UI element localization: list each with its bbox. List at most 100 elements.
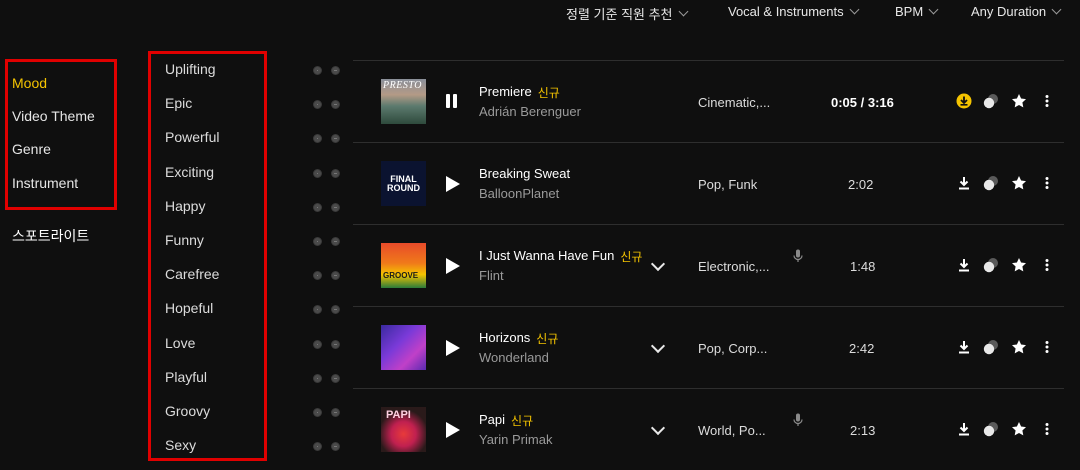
track-artist[interactable]: BalloonPlanet — [479, 186, 559, 201]
exclude-toggle[interactable] — [331, 408, 340, 417]
expand-chevron-icon[interactable] — [650, 420, 666, 436]
include-toggle[interactable] — [313, 134, 322, 143]
more-options-icon[interactable] — [1039, 339, 1055, 355]
mood-item[interactable]: Exciting — [165, 164, 214, 180]
include-toggle[interactable] — [313, 374, 322, 383]
exclude-toggle[interactable] — [331, 340, 340, 349]
mood-item[interactable]: Playful — [165, 369, 207, 385]
track-row[interactable]: PAPI Papi 신규 Yarin Primak World, Po... 2:… — [353, 388, 1064, 470]
spotlight-heading[interactable]: 스포트라이트 — [12, 226, 89, 246]
add-to-playlist-icon[interactable] — [983, 257, 999, 273]
exclude-toggle[interactable] — [331, 134, 340, 143]
mood-item[interactable]: Powerful — [165, 129, 219, 145]
exclude-toggle[interactable] — [331, 237, 340, 246]
mood-item[interactable]: Uplifting — [165, 61, 216, 77]
include-toggle[interactable] — [313, 408, 322, 417]
exclude-toggle[interactable] — [331, 169, 340, 178]
track-title[interactable]: Papi 신규 — [479, 412, 533, 429]
favorite-star-icon[interactable] — [1011, 175, 1027, 191]
track-genre[interactable]: World, Po... — [698, 423, 766, 438]
album-cover[interactable]: PRESTO — [381, 79, 426, 124]
track-row[interactable]: PRESTO Premiere 신규 Adrián Berenguer Cinem… — [353, 60, 1064, 142]
more-options-icon[interactable] — [1039, 421, 1055, 437]
mood-item[interactable]: Groovy — [165, 403, 210, 419]
track-artist[interactable]: Flint — [479, 268, 504, 283]
expand-chevron-icon[interactable] — [650, 338, 666, 354]
mood-item[interactable]: Love — [165, 335, 195, 351]
include-toggle[interactable] — [313, 442, 322, 451]
track-genre[interactable]: Cinematic,... — [698, 95, 770, 110]
mood-filter-toggles — [313, 237, 340, 246]
mood-item[interactable]: Funny — [165, 232, 204, 248]
vocal-filter-dropdown[interactable]: Vocal & Instruments — [728, 4, 860, 19]
album-cover[interactable]: PAPI — [381, 407, 426, 452]
mood-item[interactable]: Hopeful — [165, 300, 213, 316]
include-toggle[interactable] — [313, 271, 322, 280]
track-genre[interactable]: Pop, Funk — [698, 177, 757, 192]
track-title[interactable]: Breaking Sweat — [479, 166, 576, 181]
favorite-star-icon[interactable] — [1011, 257, 1027, 273]
album-cover[interactable]: GROOVE — [381, 243, 426, 288]
favorite-star-icon[interactable] — [1011, 93, 1027, 109]
include-toggle[interactable] — [313, 100, 322, 109]
bpm-filter-dropdown[interactable]: BPM — [895, 4, 939, 19]
include-toggle[interactable] — [313, 66, 322, 75]
favorite-star-icon[interactable] — [1011, 339, 1027, 355]
download-icon[interactable] — [956, 339, 972, 355]
category-genre[interactable]: Genre — [12, 141, 51, 157]
category-mood[interactable]: Mood — [12, 75, 47, 91]
track-row[interactable]: Horizons 신규 Wonderland Pop, Corp... 2:42 — [353, 306, 1064, 388]
album-cover[interactable]: FINAL ROUND — [381, 161, 426, 206]
include-toggle[interactable] — [313, 169, 322, 178]
add-to-playlist-icon[interactable] — [983, 339, 999, 355]
pause-button[interactable] — [445, 93, 461, 111]
more-options-icon[interactable] — [1039, 93, 1055, 109]
track-row[interactable]: GROOVE I Just Wanna Have Fun 신규 Flint Ele… — [353, 224, 1064, 306]
play-button[interactable] — [445, 339, 461, 357]
album-cover[interactable] — [381, 325, 426, 370]
exclude-toggle[interactable] — [331, 271, 340, 280]
track-row[interactable]: FINAL ROUND Breaking Sweat BalloonPlanet… — [353, 142, 1064, 224]
mood-filter-toggles — [313, 203, 340, 212]
download-icon[interactable] — [956, 421, 972, 437]
add-to-playlist-icon[interactable] — [983, 93, 999, 109]
expand-chevron-icon[interactable] — [650, 256, 666, 272]
track-artist[interactable]: Adrián Berenguer — [479, 104, 581, 119]
category-video-theme[interactable]: Video Theme — [12, 108, 95, 124]
mood-item[interactable]: Happy — [165, 198, 205, 214]
download-icon[interactable] — [956, 257, 972, 273]
track-title[interactable]: I Just Wanna Have Fun 신규 — [479, 248, 642, 265]
mood-item[interactable]: Carefree — [165, 266, 219, 282]
include-toggle[interactable] — [313, 340, 322, 349]
track-title[interactable]: Premiere 신규 — [479, 84, 560, 101]
play-button[interactable] — [445, 175, 461, 193]
track-artist[interactable]: Yarin Primak — [479, 432, 552, 447]
duration-filter-dropdown[interactable]: Any Duration — [971, 4, 1062, 19]
download-icon[interactable] — [956, 175, 972, 191]
download-icon[interactable] — [956, 93, 972, 109]
play-button[interactable] — [445, 257, 461, 275]
exclude-toggle[interactable] — [331, 442, 340, 451]
track-genre[interactable]: Pop, Corp... — [698, 341, 767, 356]
mood-item[interactable]: Sexy — [165, 437, 196, 453]
favorite-star-icon[interactable] — [1011, 421, 1027, 437]
more-options-icon[interactable] — [1039, 175, 1055, 191]
exclude-toggle[interactable] — [331, 305, 340, 314]
include-toggle[interactable] — [313, 305, 322, 314]
include-toggle[interactable] — [313, 237, 322, 246]
track-genre[interactable]: Electronic,... — [698, 259, 770, 274]
track-artist[interactable]: Wonderland — [479, 350, 549, 365]
exclude-toggle[interactable] — [331, 66, 340, 75]
add-to-playlist-icon[interactable] — [983, 175, 999, 191]
play-button[interactable] — [445, 421, 461, 439]
category-instrument[interactable]: Instrument — [12, 175, 78, 191]
exclude-toggle[interactable] — [331, 374, 340, 383]
mood-item[interactable]: Epic — [165, 95, 192, 111]
exclude-toggle[interactable] — [331, 100, 340, 109]
include-toggle[interactable] — [313, 203, 322, 212]
add-to-playlist-icon[interactable] — [983, 421, 999, 437]
exclude-toggle[interactable] — [331, 203, 340, 212]
sort-dropdown[interactable]: 정렬 기준 직원 추천 — [566, 4, 688, 23]
more-options-icon[interactable] — [1039, 257, 1055, 273]
track-title[interactable]: Horizons 신규 — [479, 330, 558, 347]
